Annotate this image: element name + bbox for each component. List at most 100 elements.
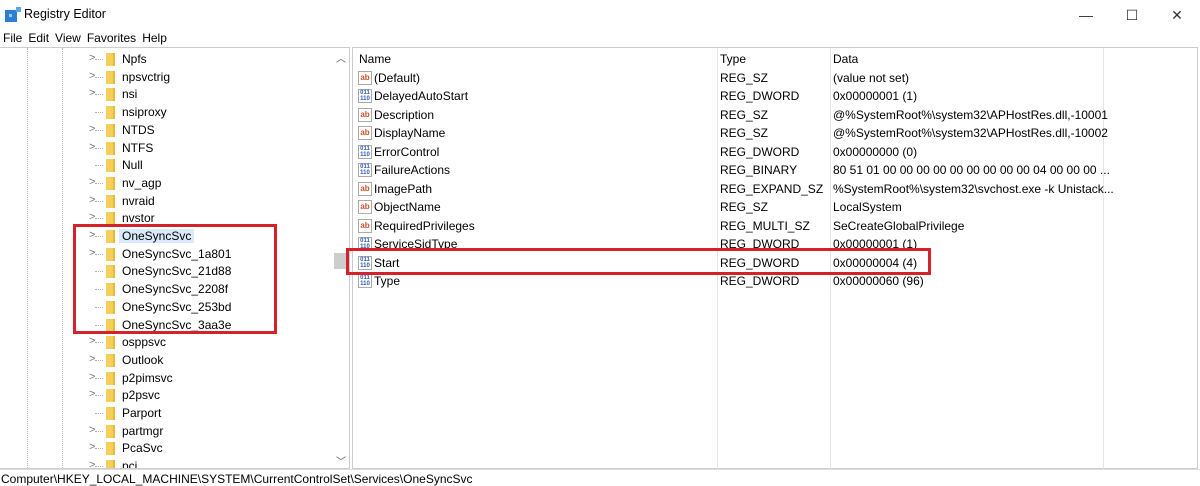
tree-item-label: p2pimsvc: [122, 370, 173, 385]
expand-chevron-icon[interactable]: >: [89, 388, 95, 400]
tree-item-label: Npfs: [122, 52, 147, 66]
folder-icon: [106, 389, 115, 403]
value-name: ObjectName: [374, 200, 441, 215]
maximize-button[interactable]: ☐: [1109, 0, 1155, 30]
value-row[interactable]: 011 110 DelayedAutoStart REG_DWORD 0x0000000…: [353, 87, 1193, 105]
expand-chevron-icon[interactable]: >: [89, 194, 95, 206]
tree-item[interactable]: > Outlook: [0, 352, 330, 369]
value-name: DelayedAutoStart: [374, 89, 469, 104]
tree-connector: [95, 94, 103, 96]
folder-icon: [106, 460, 115, 468]
value-row[interactable]: 011 110 FailureActions REG_BINARY 80 51 01 0…: [353, 161, 1193, 179]
folder-icon: [106, 442, 115, 456]
column-header-type[interactable]: Type: [720, 52, 746, 66]
tree-item-label: nv_agp: [122, 175, 162, 190]
tree-item-label: pci: [122, 459, 138, 469]
value-type: REG_DWORD: [720, 273, 800, 288]
value-data: 80 51 01 00 00 00 00 00 00 00 00 00 04 0…: [833, 163, 1110, 178]
expand-chevron-icon[interactable]: >: [89, 52, 95, 64]
folder-icon: [106, 407, 115, 420]
menu-view[interactable]: View: [55, 31, 81, 47]
tree-item[interactable]: Null: [0, 157, 330, 174]
value-name: FailureActions: [374, 163, 451, 178]
column-header-name[interactable]: Name: [359, 52, 391, 66]
tree-item-label: partmgr: [122, 423, 164, 438]
folder-icon: [106, 106, 115, 120]
highlight-box-onesyncsvc-keys: [73, 224, 277, 334]
tree-item[interactable]: > Npfs: [0, 51, 330, 68]
close-button[interactable]: ✕: [1154, 0, 1200, 30]
value-type: REG_SZ: [720, 200, 769, 215]
minimize-button[interactable]: —: [1063, 0, 1109, 30]
tree-item[interactable]: nsiproxy: [0, 104, 330, 121]
expand-chevron-icon[interactable]: >: [89, 371, 95, 383]
expand-chevron-icon[interactable]: >: [89, 335, 95, 347]
value-row[interactable]: ab ObjectName REG_SZ LocalSystem: [353, 198, 1193, 216]
tree-item[interactable]: > partmgr: [0, 423, 330, 440]
tree-item[interactable]: Parport: [0, 405, 330, 422]
scroll-down-icon[interactable]: ﹀: [334, 453, 348, 468]
value-data: @%SystemRoot%\system32\APHostRes.dll,-10…: [833, 107, 1108, 122]
tree-connector: [95, 76, 103, 78]
expand-chevron-icon[interactable]: >: [89, 87, 95, 99]
value-row[interactable]: ab DisplayName REG_SZ @%SystemRoot%\system3…: [353, 124, 1193, 142]
value-row[interactable]: 011 110 ErrorControl REG_DWORD 0x00000000 (0…: [353, 143, 1193, 161]
expand-chevron-icon[interactable]: >: [89, 459, 95, 468]
value-type: REG_DWORD: [720, 89, 800, 104]
tree-connector: [95, 112, 103, 114]
value-type: REG_SZ: [720, 71, 769, 85]
expand-chevron-icon[interactable]: >: [89, 211, 95, 223]
value-row[interactable]: ab (Default) REG_SZ (value not set): [353, 69, 1193, 87]
tree-connector: [95, 448, 103, 450]
value-name: DisplayName: [374, 126, 446, 141]
tree-item[interactable]: > nsi: [0, 86, 330, 103]
value-data: @%SystemRoot%\system32\APHostRes.dll,-10…: [833, 126, 1108, 141]
tree-item-label: npsvctrig: [122, 69, 171, 84]
folder-icon: [106, 159, 115, 173]
tree-item[interactable]: > PcaSvc: [0, 440, 330, 457]
tree-connector: [95, 165, 103, 167]
tree-item[interactable]: > nv_agp: [0, 175, 330, 192]
value-data: 0x00000060 (96): [833, 273, 924, 288]
expand-chevron-icon[interactable]: >: [89, 123, 95, 135]
tree-item[interactable]: > pci: [0, 458, 330, 469]
tree-item[interactable]: > npsvctrig: [0, 69, 330, 86]
status-path: Computer\HKEY_LOCAL_MACHINE\SYSTEM\Curre…: [1, 472, 473, 486]
value-row[interactable]: ab Description REG_SZ @%SystemRoot%\system3…: [353, 106, 1193, 124]
expand-chevron-icon[interactable]: >: [89, 70, 95, 82]
expand-chevron-icon[interactable]: >: [89, 141, 95, 153]
column-header-data[interactable]: Data: [833, 52, 858, 66]
tree-item-label: Outlook: [122, 352, 164, 367]
value-type: REG_DWORD: [720, 144, 800, 159]
menu-help[interactable]: Help: [142, 31, 167, 47]
expand-chevron-icon[interactable]: >: [89, 424, 95, 436]
value-row[interactable]: ab ImagePath REG_EXPAND_SZ %SystemRoot%\sys…: [353, 180, 1193, 198]
tree-item-label: nsiproxy: [122, 105, 167, 120]
value-row[interactable]: ab RequiredPrivileges REG_MULTI_SZ SeCreate…: [353, 217, 1193, 235]
menu-edit[interactable]: Edit: [28, 31, 49, 47]
scroll-up-icon[interactable]: ︿: [334, 50, 348, 65]
tree-item-label: PcaSvc: [122, 441, 163, 456]
menu-file[interactable]: File: [3, 31, 22, 47]
tree-item[interactable]: > osppsvc: [0, 334, 330, 351]
tree-item[interactable]: > nvraid: [0, 193, 330, 210]
value-name: ErrorControl: [374, 144, 440, 159]
tree-item-label: nvraid: [122, 193, 155, 208]
tree-connector: [95, 59, 103, 60]
tree-item[interactable]: > p2pimsvc: [0, 370, 330, 387]
tree-connector: [95, 395, 103, 397]
tree-item[interactable]: > NTDS: [0, 122, 330, 139]
expand-chevron-icon[interactable]: >: [89, 353, 95, 365]
expand-chevron-icon[interactable]: >: [89, 176, 95, 188]
tree-item[interactable]: > p2psvc: [0, 387, 330, 404]
tree-connector: [95, 342, 103, 344]
tree-item-label: Parport: [122, 406, 162, 420]
menu-bar: File Edit View Favorites Help: [0, 31, 170, 47]
tree-item[interactable]: > NTFS: [0, 140, 330, 157]
tree-connector: [95, 200, 103, 202]
value-name: (Default): [374, 71, 421, 85]
expand-chevron-icon[interactable]: >: [89, 441, 95, 453]
tree-connector: [95, 182, 103, 184]
menu-favorites[interactable]: Favorites: [87, 31, 136, 47]
value-type: REG_MULTI_SZ: [720, 218, 810, 233]
